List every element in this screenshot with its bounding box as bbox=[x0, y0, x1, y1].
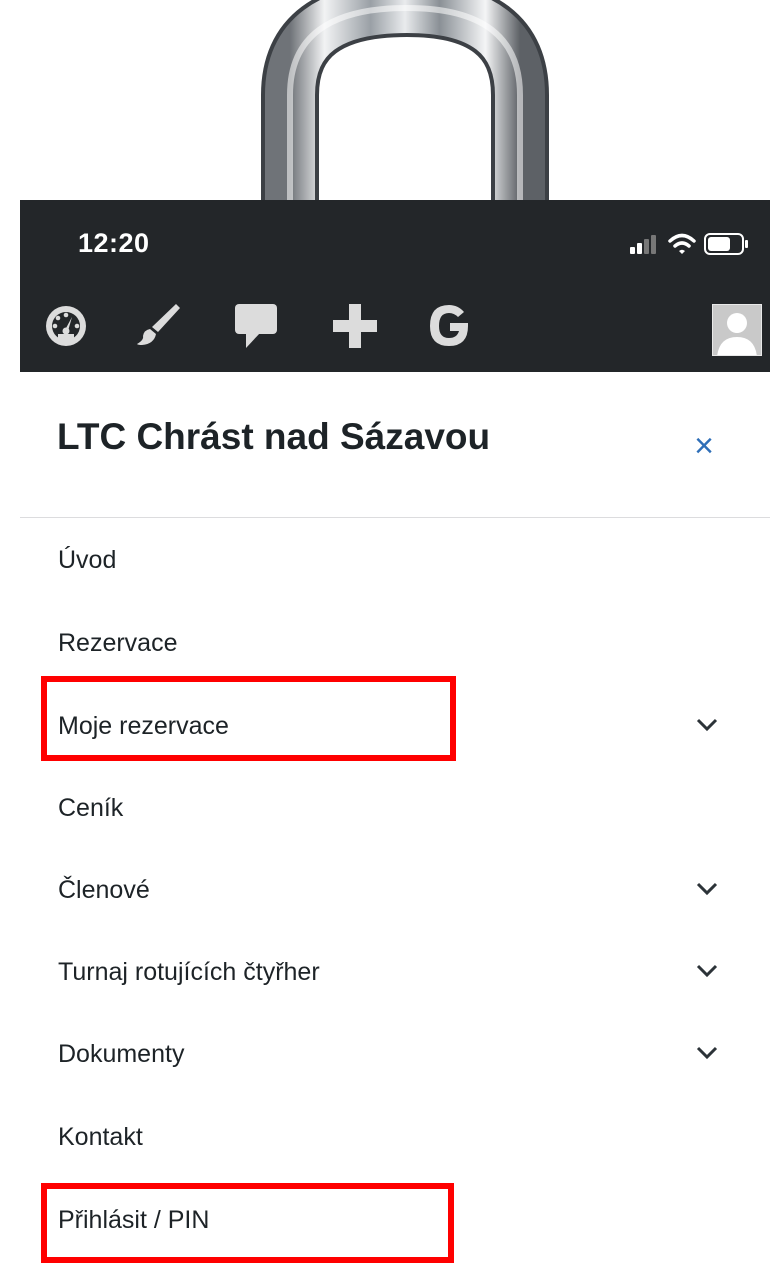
user-avatar-icon[interactable] bbox=[712, 304, 762, 356]
google-icon[interactable] bbox=[424, 300, 474, 350]
divider bbox=[20, 517, 770, 518]
chevron-down-icon[interactable] bbox=[696, 1046, 718, 1060]
comment-icon[interactable] bbox=[232, 300, 280, 350]
menu-item-cenik[interactable]: Ceník bbox=[20, 778, 770, 838]
battery-icon bbox=[704, 233, 748, 255]
menu-item-label: Dokumenty bbox=[58, 1040, 185, 1068]
person-icon bbox=[717, 313, 757, 355]
signal-icon bbox=[630, 235, 656, 254]
menu-title: LTC Chrást nad Sázavou bbox=[57, 416, 491, 457]
close-icon[interactable]: × bbox=[686, 428, 722, 464]
status-icons bbox=[630, 232, 750, 256]
menu-item-label: Turnaj rotujících čtyřher bbox=[58, 958, 320, 986]
menu-item-label: Úvod bbox=[58, 546, 117, 574]
highlight-box-prihlasit bbox=[41, 1183, 454, 1263]
status-time: 12:20 bbox=[78, 228, 150, 258]
wifi-icon bbox=[668, 233, 696, 254]
menu-item-label: Ceník bbox=[58, 794, 124, 822]
menu-item-dokumenty[interactable]: Dokumenty bbox=[20, 1024, 770, 1084]
menu-item-clenove[interactable]: Členové bbox=[20, 860, 770, 920]
padlock-shackle-image bbox=[261, 0, 549, 200]
chevron-down-icon[interactable] bbox=[696, 882, 718, 896]
plus-icon[interactable] bbox=[330, 300, 380, 350]
menu-item-label: Členové bbox=[58, 876, 150, 904]
menu-item-uvod[interactable]: Úvod bbox=[20, 530, 770, 590]
menu-item-kontakt[interactable]: Kontakt bbox=[20, 1107, 770, 1167]
menu-item-rezervace[interactable]: Rezervace bbox=[20, 613, 770, 673]
brush-icon[interactable] bbox=[134, 300, 182, 348]
top-bar: 12:20 bbox=[20, 200, 770, 372]
highlight-box-moje-rezervace bbox=[41, 676, 456, 761]
chevron-down-icon[interactable] bbox=[696, 718, 718, 732]
chevron-down-icon[interactable] bbox=[696, 964, 718, 978]
dashboard-icon[interactable] bbox=[42, 300, 90, 348]
menu-item-label: Rezervace bbox=[58, 629, 178, 657]
menu-item-turnaj[interactable]: Turnaj rotujících čtyřher bbox=[20, 942, 770, 1002]
menu-item-label: Kontakt bbox=[58, 1123, 143, 1151]
